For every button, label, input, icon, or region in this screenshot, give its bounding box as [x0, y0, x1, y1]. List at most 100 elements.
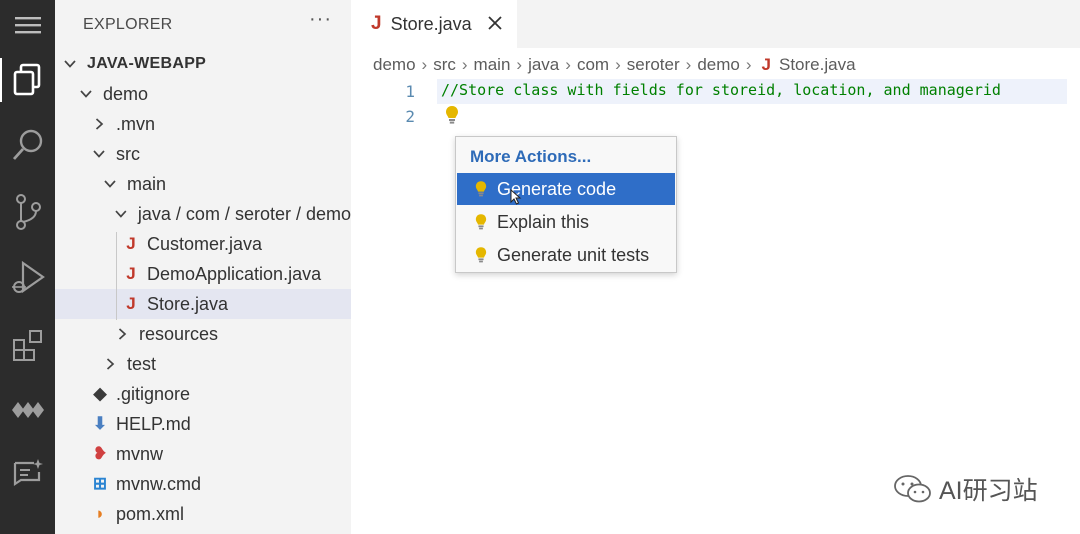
- line-number: 1: [405, 82, 415, 101]
- menu-item-label: Explain this: [497, 211, 590, 232]
- markdown-file-icon: ⬇: [92, 414, 108, 433]
- tree-item[interactable]: java / com / seroter / demo: [55, 199, 351, 229]
- tree-item-label: main: [127, 173, 167, 194]
- breadcrumb-item[interactable]: main: [474, 55, 511, 74]
- tree-item[interactable]: ◗ pom.xml: [55, 499, 351, 529]
- tree-item[interactable]: src: [55, 139, 351, 169]
- close-icon[interactable]: [487, 15, 503, 31]
- chat-icon[interactable]: [0, 452, 55, 496]
- tree-item-label: Store.java: [147, 293, 229, 314]
- wechat-icon: [894, 475, 931, 503]
- lightbulb-icon[interactable]: [445, 105, 459, 125]
- chevron-right-icon: ›: [745, 55, 752, 74]
- chevron-right-icon: ›: [565, 55, 571, 74]
- run-debug-icon[interactable]: [0, 256, 55, 300]
- chevron-right-icon: ›: [516, 55, 523, 74]
- tab-store-java[interactable]: J Store.java: [351, 0, 517, 48]
- java-file-icon: J: [126, 234, 136, 253]
- java-file-icon: J: [126, 264, 136, 283]
- breadcrumb-item[interactable]: src: [433, 55, 456, 74]
- breadcrumb-item[interactable]: com: [577, 55, 609, 74]
- tree-item-label: mvnw.cmd: [116, 473, 202, 494]
- tree-item-label: .gitignore: [116, 383, 191, 404]
- menu-item-label: Generate unit tests: [497, 244, 650, 265]
- windows-file-icon: ⊞: [92, 474, 108, 493]
- remote-icon[interactable]: [0, 388, 55, 432]
- java-file-icon: J: [761, 55, 771, 74]
- breadcrumb-item[interactable]: demo: [373, 55, 416, 74]
- tree-item-label: .mvn: [116, 113, 156, 134]
- chevron-right-icon: [118, 328, 127, 340]
- tree-item[interactable]: JAVA-WEBAPP: [55, 49, 351, 79]
- activity-bar: [0, 0, 55, 534]
- tab-strip: J Store.java: [351, 0, 1080, 48]
- explorer-title: EXPLORER: [83, 16, 173, 33]
- chevron-down-icon: [93, 150, 105, 158]
- tree-item[interactable]: demo: [55, 79, 351, 109]
- tree-item[interactable]: ⬇ HELP.md: [55, 409, 351, 439]
- chevron-right-icon: [95, 118, 104, 130]
- chevron-down-icon: [115, 210, 127, 218]
- menu-header[interactable]: More Actions...: [470, 147, 591, 167]
- chevron-down-icon: [80, 90, 92, 98]
- breadcrumb-item[interactable]: seroter: [627, 55, 680, 74]
- editor-area: J Store.java demo › src › main › java › com › sero…: [351, 0, 1080, 534]
- code-line[interactable]: //Store class with fields for storeid, l…: [441, 81, 1001, 99]
- tree-item[interactable]: main: [55, 169, 351, 199]
- tree-item-label: src: [116, 143, 140, 164]
- tree-item-label: JAVA-WEBAPP: [87, 55, 207, 72]
- watermark: AI研习站: [893, 471, 1038, 507]
- java-file-icon: J: [126, 294, 136, 313]
- tree-item[interactable]: .mvn: [55, 109, 351, 139]
- tree-item[interactable]: test: [55, 349, 351, 379]
- lightbulb-icon: [475, 214, 487, 230]
- code-actions-menu: More Actions... Generate code Explain th…: [455, 136, 677, 273]
- git-file-icon: ◆: [93, 384, 107, 403]
- chevron-down-icon: [64, 60, 76, 68]
- breadcrumb-item[interactable]: demo: [697, 55, 740, 74]
- line-number: 2: [405, 107, 415, 126]
- chevron-right-icon: ›: [461, 55, 468, 74]
- watermark-text: AI研习站: [939, 477, 1038, 505]
- tree-item-label: DemoApplication.java: [147, 263, 322, 284]
- more-actions-icon[interactable]: ···: [309, 8, 332, 31]
- chevron-down-icon: [104, 180, 116, 188]
- files-icon[interactable]: [0, 58, 55, 102]
- tree-item-label: java / com / seroter / demo: [137, 203, 351, 224]
- tree-item-label: mvnw: [116, 443, 164, 464]
- explorer-sidebar: EXPLORER ··· JAVA-WEBAPP demo .mvn src main j…: [55, 0, 351, 534]
- tree-item[interactable]: J Customer.java: [55, 229, 351, 259]
- chevron-right-icon: [106, 358, 115, 370]
- tree-item[interactable]: ◆ .gitignore: [55, 379, 351, 409]
- extensions-icon[interactable]: [0, 323, 55, 367]
- java-file-icon: J: [371, 13, 382, 34]
- rss-file-icon: ◗: [94, 504, 106, 523]
- tree-item[interactable]: J DemoApplication.java: [55, 259, 351, 289]
- breadcrumb-file[interactable]: Store.java: [779, 55, 856, 75]
- tree-item[interactable]: J Store.java: [55, 289, 351, 319]
- lightbulb-icon: [475, 247, 487, 263]
- tree-item-label: pom.xml: [116, 503, 185, 524]
- menu-item-generate-code[interactable]: Generate code: [457, 173, 675, 205]
- tree-item-label: test: [127, 353, 157, 374]
- menu-icon[interactable]: [0, 3, 55, 47]
- tree-item[interactable]: ⊞ mvnw.cmd: [55, 469, 351, 499]
- tree-item-label: HELP.md: [116, 413, 191, 434]
- chevron-right-icon: ›: [685, 55, 692, 74]
- lightbulb-icon: [475, 181, 487, 197]
- maven-file-icon: ❥: [92, 444, 108, 463]
- search-icon[interactable]: [0, 123, 55, 167]
- tree-item-label: Customer.java: [147, 233, 263, 254]
- tree-item-label: demo: [103, 83, 149, 104]
- menu-item-explain-this[interactable]: Explain this: [457, 206, 675, 238]
- chevron-right-icon: ›: [421, 55, 428, 74]
- tree-item[interactable]: resources: [55, 319, 351, 349]
- source-control-icon[interactable]: [0, 190, 55, 234]
- tab-label: Store.java: [390, 13, 472, 34]
- tree-item-label: resources: [139, 323, 219, 344]
- breadcrumb: demo › src › main › java › com › seroter › demo › J S…: [373, 54, 856, 76]
- menu-item-generate-unit-tests[interactable]: Generate unit tests: [457, 239, 675, 271]
- mouse-cursor-icon: [510, 189, 522, 205]
- tree-item[interactable]: ❥ mvnw: [55, 439, 351, 469]
- breadcrumb-item[interactable]: java: [528, 55, 559, 74]
